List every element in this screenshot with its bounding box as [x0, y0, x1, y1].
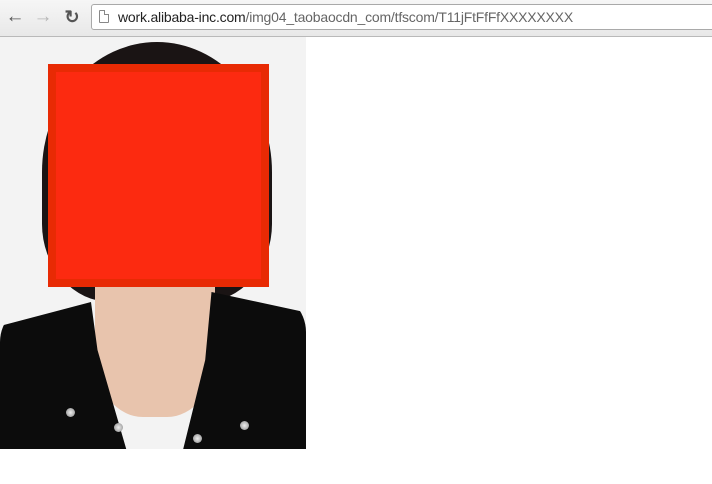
page-icon [99, 10, 109, 23]
jacket-button [66, 408, 75, 417]
face-redaction-box [48, 64, 269, 287]
forward-arrow-icon[interactable]: → [32, 6, 54, 28]
browser-toolbar: ← → ↻ work.alibaba-inc.com/img04_taobaoc… [0, 0, 712, 37]
back-arrow-icon[interactable]: ← [4, 6, 26, 28]
jacket-button [193, 434, 202, 443]
url-path: /img04_taobaocdn_com/tfscom/T11jFtFfFfXX… [245, 9, 574, 25]
url-text[interactable]: work.alibaba-inc.com/img04_taobaocdn_com… [118, 9, 573, 25]
reload-icon[interactable]: ↻ [61, 6, 83, 28]
url-host: work.alibaba-inc.com [118, 9, 246, 25]
jacket-button [114, 423, 123, 432]
address-bar[interactable]: work.alibaba-inc.com/img04_taobaocdn_com… [91, 4, 712, 30]
jacket-button [240, 421, 249, 430]
